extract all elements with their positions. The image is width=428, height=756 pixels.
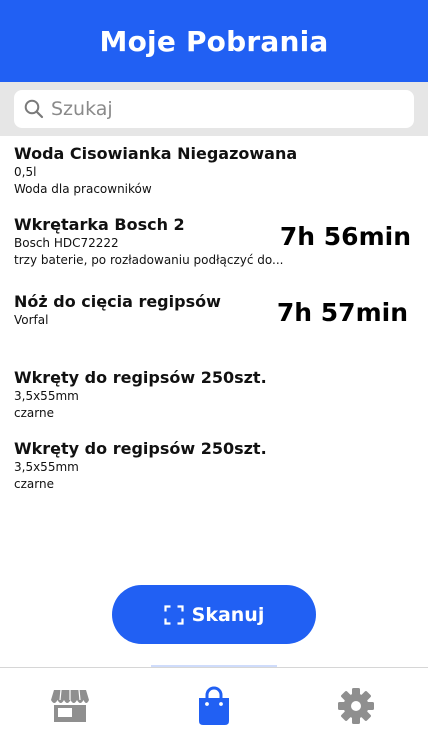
search-icon (23, 98, 45, 120)
store-icon (50, 688, 90, 728)
search-input[interactable] (51, 98, 391, 120)
list-item[interactable]: Wkręty do regipsów 250szt. 3,5x55mm czar… (14, 439, 414, 493)
item-description: trzy baterie, po rozładowaniu podłączyć … (14, 253, 284, 267)
tab-settings[interactable] (334, 686, 378, 730)
page-title: Moje Pobrania (99, 24, 329, 58)
item-title: Wkręty do regipsów 250szt. (14, 439, 267, 458)
shopping-bag-icon (195, 686, 233, 730)
search-bar (0, 82, 428, 136)
item-detail: Bosch HDC72222 (14, 236, 119, 250)
item-description: czarne (14, 477, 54, 491)
list-item[interactable]: Wkręty do regipsów 250szt. 3,5x55mm czar… (14, 368, 414, 422)
search-box[interactable] (14, 90, 414, 128)
item-detail: 0,5l (14, 165, 37, 179)
list-item[interactable]: Wkrętarka Bosch 2 Bosch HDC72222 trzy ba… (14, 215, 414, 269)
item-timer: 7h 56min (279, 222, 411, 251)
item-description: Woda dla pracowników (14, 182, 152, 196)
list-item[interactable]: Nóż do cięcia regipsów Vorfal 7h 57min (14, 292, 414, 329)
item-timer: 7h 57min (276, 298, 408, 327)
list-item[interactable]: Woda Cisowianka Niegazowana 0,5l Woda dl… (14, 144, 414, 198)
app-screen: Moje Pobrania Woda Cisowianka Niegazowan… (0, 0, 428, 756)
item-detail: Vorfal (14, 313, 49, 327)
tab-store[interactable] (48, 686, 92, 730)
item-detail: 3,5x55mm (14, 460, 79, 474)
tab-downloads[interactable] (192, 686, 236, 730)
gear-icon (337, 687, 375, 729)
item-description: czarne (14, 406, 54, 420)
item-title: Wkręty do regipsów 250szt. (14, 368, 267, 387)
scan-frame-icon (164, 604, 184, 625)
item-title: Woda Cisowianka Niegazowana (14, 144, 298, 163)
app-header: Moje Pobrania (0, 0, 428, 82)
scan-button[interactable]: Skanuj (112, 585, 316, 644)
scan-button-label: Skanuj (191, 603, 265, 626)
item-detail: 3,5x55mm (14, 389, 79, 403)
bottom-tab-bar (0, 667, 428, 756)
